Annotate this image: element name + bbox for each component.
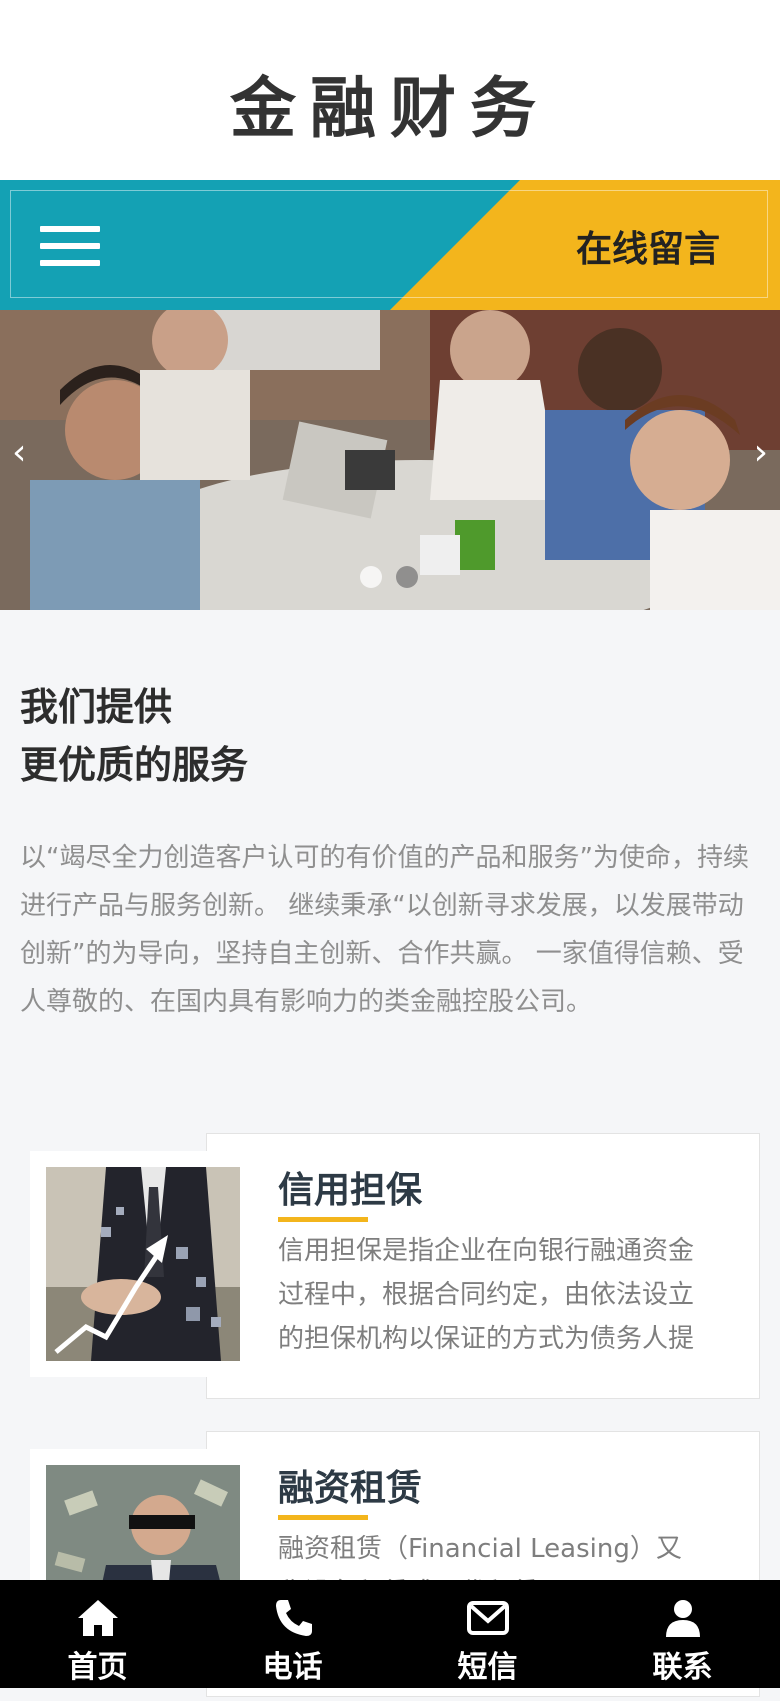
online-message-button[interactable]: 在线留言 (576, 220, 720, 272)
nav-bar: 在线留言 (0, 180, 780, 310)
carousel-dots (360, 566, 432, 592)
banner-image (0, 310, 780, 610)
bottom-nav-phone[interactable]: 电话 (195, 1580, 390, 1688)
bottom-nav-phone-label: 电话 (262, 1650, 323, 1685)
service-title[interactable]: 信用担保 (278, 1161, 422, 1213)
user-icon (665, 1600, 700, 1637)
carousel-dot-2[interactable] (396, 566, 418, 588)
menu-icon[interactable] (40, 226, 100, 266)
service-description: 信用担保是指企业在向银行融通资金过程中，根据合同约定，由依法设立的担保机构以保证… (278, 1236, 695, 1354)
service-title-underline (278, 1515, 368, 1520)
service-title-underline (278, 1217, 368, 1222)
intro-paragraph: 以“竭尽全力创造客户认可的有价值的产品和服务”为使命，持续进行产品与服务创新。 … (20, 843, 749, 1017)
phone-icon (275, 1600, 312, 1636)
business-chart-image (46, 1167, 240, 1361)
site-logo[interactable]: 金融财务 (0, 55, 780, 151)
service-thumbnail-frame (30, 1151, 254, 1377)
bottom-nav-sms[interactable]: 短信 (390, 1580, 585, 1688)
intro-heading-line1: 我们提供 (20, 685, 173, 729)
service-card-credit-guarantee[interactable]: 信用担保 信用担保是指企业在向银行融通资金过程中，根据合同约定，由依法设立的担保… (0, 1133, 780, 1403)
bottom-nav-sms-label: 短信 (457, 1650, 518, 1685)
bottom-nav-home[interactable]: 首页 (0, 1580, 195, 1688)
bottom-nav-bar: 首页 电话 短信 联系 (0, 1580, 780, 1688)
home-icon (77, 1600, 118, 1636)
bottom-nav-contact[interactable]: 联系 (585, 1580, 780, 1688)
envelope-icon (466, 1601, 509, 1635)
intro-heading: 我们提供 更优质的服务 (20, 678, 248, 794)
banner-carousel[interactable]: ‹ › (0, 310, 780, 610)
service-title[interactable]: 融资租赁 (278, 1459, 422, 1511)
carousel-prev-button[interactable]: ‹ (12, 435, 26, 471)
service-thumbnail[interactable] (46, 1167, 240, 1361)
carousel-next-button[interactable]: › (754, 435, 768, 471)
carousel-dot-1[interactable] (360, 566, 382, 588)
bottom-nav-contact-label: 联系 (652, 1650, 713, 1685)
intro-heading-line2: 更优质的服务 (20, 743, 249, 787)
bottom-nav-home-label: 首页 (67, 1650, 128, 1685)
header: 金融财务 (0, 0, 780, 180)
